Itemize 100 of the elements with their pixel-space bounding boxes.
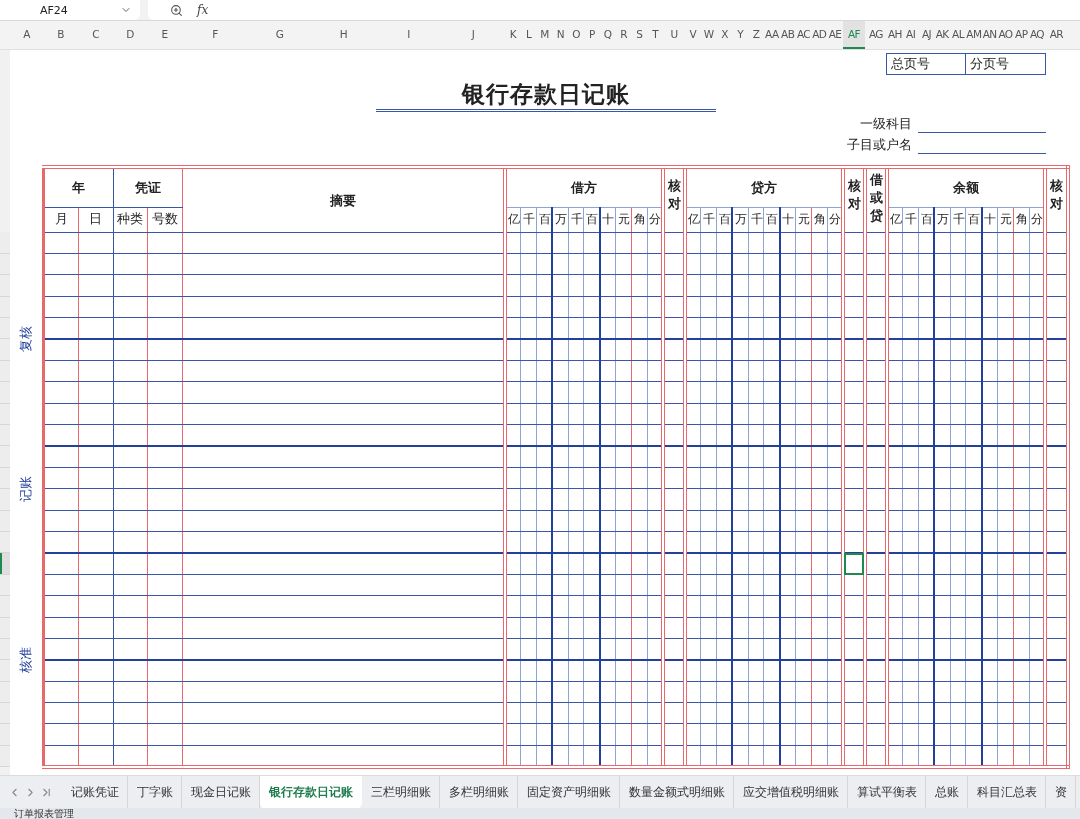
column-heading: 核对 — [662, 167, 685, 232]
digit-heading: 十 — [779, 207, 796, 232]
digit-heading: 分 — [647, 207, 663, 232]
column-header[interactable]: W — [700, 21, 717, 49]
column-header[interactable]: V — [684, 21, 701, 49]
column-header[interactable]: L — [520, 21, 537, 49]
column-header[interactable]: AI — [902, 21, 919, 49]
column-header[interactable]: AJ — [918, 21, 935, 49]
digit-heading: 亿 — [684, 207, 701, 232]
column-header[interactable]: S — [631, 21, 648, 49]
digit-heading: 万 — [934, 207, 951, 232]
digit-heading: 百 — [536, 207, 553, 232]
digit-heading: 百 — [965, 207, 982, 232]
digit-heading: 元 — [615, 207, 632, 232]
digit-heading: 分 — [827, 207, 843, 232]
column-header[interactable]: AD — [811, 21, 828, 49]
page-number-field: 总页号 — [886, 53, 966, 75]
side-label: 记账 — [17, 475, 34, 502]
digit-heading: 百 — [918, 207, 935, 232]
column-header[interactable]: AQ — [1029, 21, 1045, 49]
column-header[interactable]: Q — [599, 21, 616, 49]
column-header[interactable]: O — [568, 21, 584, 49]
column-heading: 号数 — [147, 207, 182, 232]
column-header[interactable]: AK — [934, 21, 951, 49]
name-box[interactable]: AF24 — [0, 0, 140, 20]
column-header[interactable]: I — [376, 21, 441, 49]
column-header[interactable]: AO — [997, 21, 1014, 49]
digit-heading: 百 — [716, 207, 733, 232]
page-number-field: 分页号 — [966, 53, 1046, 75]
column-header[interactable]: R — [615, 21, 632, 49]
column-heading: 年 — [43, 167, 113, 207]
column-header[interactable]: AC — [795, 21, 812, 49]
digit-heading: 元 — [795, 207, 812, 232]
digit-heading: 亿 — [886, 207, 903, 232]
column-heading: 余额 — [886, 167, 1045, 207]
digit-heading: 千 — [902, 207, 919, 232]
side-label: 复核 — [17, 325, 34, 352]
column-header[interactable]: AE — [827, 21, 843, 49]
column-header[interactable]: AB — [779, 21, 796, 49]
zoom-icon[interactable] — [170, 3, 183, 17]
column-heading: 种类 — [113, 207, 147, 232]
digit-heading: 十 — [599, 207, 616, 232]
digit-heading: 千 — [700, 207, 717, 232]
column-header[interactable]: N — [552, 21, 569, 49]
column-header[interactable]: M — [536, 21, 553, 49]
column-header[interactable]: AM — [965, 21, 982, 49]
digit-heading: 亿 — [505, 207, 521, 232]
digit-heading: 万 — [552, 207, 569, 232]
selected-cell[interactable] — [843, 552, 864, 575]
column-header[interactable]: AH — [886, 21, 903, 49]
sheet-tab[interactable]: 银行存款日记账 — [260, 775, 362, 809]
column-header[interactable]: AR — [1044, 21, 1068, 49]
column-heading: 借方 — [505, 167, 663, 207]
digit-heading: 千 — [748, 207, 764, 232]
column-heading: 月 — [43, 207, 78, 232]
column-header[interactable]: B — [43, 21, 78, 49]
column-heading: 借或贷 — [864, 167, 887, 232]
field-label: 一级科目 — [860, 116, 912, 133]
column-header[interactable]: U — [662, 21, 685, 49]
column-heading: 日 — [78, 207, 113, 232]
column-heading: 贷方 — [684, 167, 843, 207]
digit-heading: 百 — [584, 207, 600, 232]
digit-heading: 角 — [1013, 207, 1030, 232]
status-text: 订单报表管理 — [14, 808, 74, 819]
column-header[interactable]: AN — [981, 21, 998, 49]
digit-heading: 角 — [811, 207, 828, 232]
column-header[interactable]: J — [441, 21, 505, 49]
column-header[interactable]: E — [147, 21, 182, 49]
column-header[interactable]: G — [248, 21, 311, 49]
digit-heading: 十 — [981, 207, 998, 232]
column-heading: 核对 — [842, 167, 865, 232]
function-label[interactable]: fx — [197, 3, 209, 17]
digit-heading: 千 — [568, 207, 584, 232]
digit-heading: 分 — [1029, 207, 1045, 232]
column-header[interactable]: F — [182, 21, 248, 49]
column-header[interactable]: A — [10, 21, 43, 49]
column-header[interactable]: P — [584, 21, 600, 49]
column-header[interactable]: AA — [763, 21, 780, 49]
column-header[interactable]: Y — [732, 21, 749, 49]
digit-heading: 千 — [950, 207, 966, 232]
column-header[interactable]: D — [113, 21, 147, 49]
column-heading: 摘要 — [182, 167, 505, 232]
column-header[interactable]: X — [716, 21, 733, 49]
column-header[interactable]: K — [505, 21, 521, 49]
field-label: 子目或户名 — [847, 137, 912, 154]
column-header[interactable]: AL — [950, 21, 966, 49]
digit-heading: 万 — [732, 207, 749, 232]
column-header[interactable]: C — [78, 21, 113, 49]
digit-heading: 角 — [631, 207, 648, 232]
column-header[interactable]: T — [647, 21, 663, 49]
column-header[interactable]: Z — [748, 21, 764, 49]
column-heading: 凭证 — [113, 167, 182, 207]
side-label: 核准 — [17, 646, 34, 673]
ledger-title: 银行存款日记账 — [376, 79, 716, 112]
column-header[interactable]: H — [311, 21, 376, 49]
digit-heading: 百 — [763, 207, 780, 232]
column-header[interactable]: AG — [864, 21, 887, 49]
digit-heading: 千 — [520, 207, 537, 232]
column-heading: 核对 — [1044, 167, 1068, 232]
column-header[interactable]: AP — [1013, 21, 1030, 49]
